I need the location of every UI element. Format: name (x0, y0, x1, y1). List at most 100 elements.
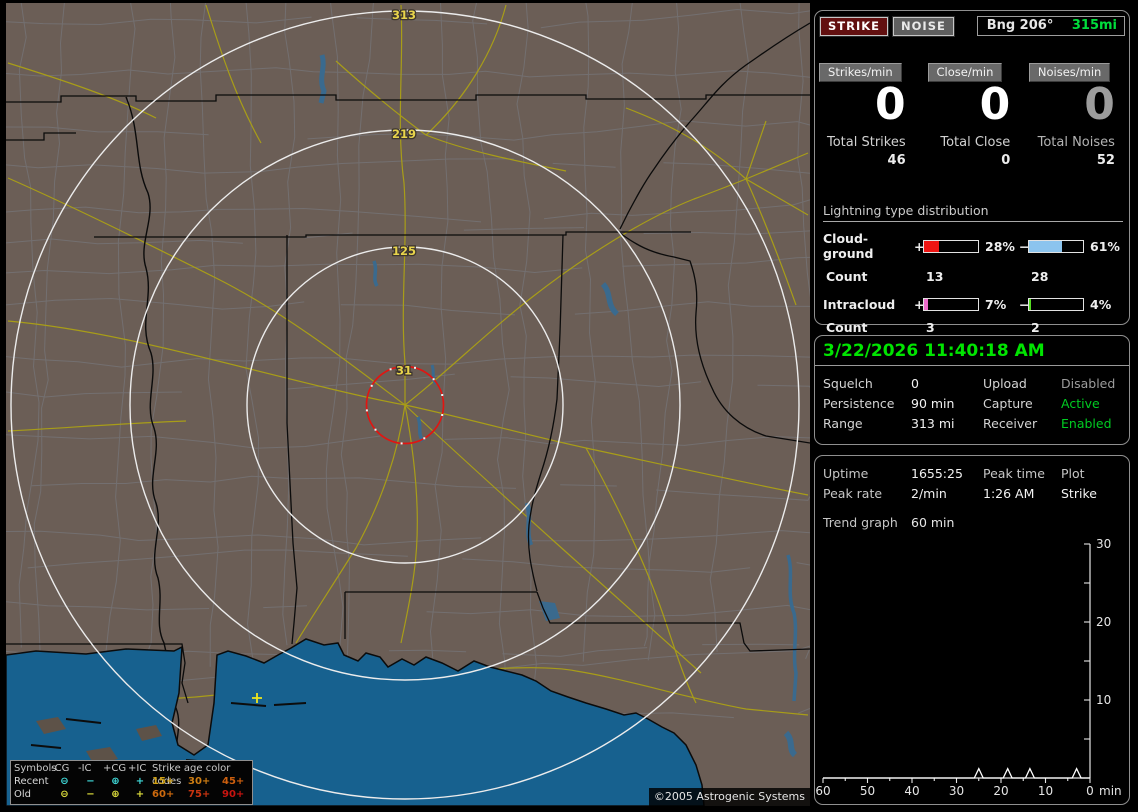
ic-positive-percent: 7% (985, 297, 1007, 312)
range-receiver-row: Range 313 mi Receiver Enabled (823, 414, 1129, 434)
strikes-column: Strikes/min 0 Total Strikes 46 (815, 61, 920, 168)
peak-time-value: 1:26 AM (983, 486, 1035, 501)
svg-text:min: min (1099, 784, 1122, 798)
capture-label: Capture (983, 396, 1033, 411)
datetime-display: 3/22/2026 11:40:18 AM (815, 336, 1129, 366)
strike-rate-trend-chart: 10 20 30 60 50 40 30 20 10 0 min (815, 537, 1122, 798)
svg-text:313: 313 (392, 8, 416, 22)
recent-pos-ic-icon: + (135, 776, 145, 787)
cloud-ground-row: Cloud-ground + 28% − 61% (823, 231, 1123, 261)
receiver-label: Receiver (983, 416, 1038, 431)
recent-pos-cg-icon: ⊕ (111, 776, 120, 787)
total-noises-value: 52 (1096, 153, 1115, 168)
plus-sign: + (914, 238, 925, 254)
ic-positive-bar (923, 298, 979, 311)
ic-negative-bar (1028, 298, 1084, 311)
svg-text:60: 60 (815, 784, 830, 798)
svg-text:30: 30 (949, 784, 964, 798)
trend-panel: Uptime 1655:25 Peak time Plot Peak rate … (814, 455, 1130, 805)
nexstorm-window: 31 125 219 313 Symbols -CG -IC +CG +IC Stri… (0, 0, 1138, 812)
cloud-ground-label: Cloud-ground (823, 231, 874, 261)
trend-graph-row: Trend graph 60 min (815, 513, 1129, 533)
svg-text:20: 20 (993, 784, 1008, 798)
noises-per-min-value: 0 (1084, 79, 1115, 130)
squelch-label: Squelch (823, 376, 873, 391)
lightning-type-distribution: Lightning type distribution Cloud-ground… (823, 203, 1123, 335)
noises-column: Noises/min 0 Total Noises 52 (1024, 61, 1129, 168)
svg-text:31: 31 (396, 364, 412, 378)
cg-negative-count: 28 (1031, 269, 1049, 284)
ic-negative-percent: 4% (1090, 297, 1112, 312)
age-code-30: 30+ (188, 776, 211, 787)
squelch-upload-row: Squelch 0 Upload Disabled (823, 374, 1129, 394)
cg-negative-bar (1028, 239, 1084, 253)
upload-label: Upload (983, 376, 1027, 391)
intracloud-count-row: Count 3 2 (823, 320, 1123, 335)
svg-text:219: 219 (392, 127, 416, 141)
svg-text:10: 10 (1038, 784, 1053, 798)
count-label: Count (826, 269, 868, 284)
legend-recent-label: Recent (14, 776, 49, 787)
age-code-15: 15+ (152, 776, 175, 787)
strike-counter-panel: STRIKE NOISE Bng 206° 315mi Strikes/min … (814, 10, 1130, 335)
receiver-status: Enabled (1061, 416, 1112, 431)
capture-status: Active (1061, 396, 1100, 411)
persistence-value: 90 min (911, 396, 955, 411)
status-panel: 3/22/2026 11:40:18 AM Squelch 0 Upload D… (814, 335, 1130, 445)
svg-text:20: 20 (1096, 615, 1111, 629)
uptime-value: 1655:25 (911, 466, 963, 481)
svg-text:10: 10 (1096, 693, 1111, 707)
legend-old-label: Old (14, 789, 31, 800)
close-per-min-value: 0 (979, 79, 1011, 130)
uptime-row: Uptime 1655:25 Peak time Plot (823, 464, 1129, 484)
range-label: Range (823, 416, 863, 431)
plot-value: Strike (1061, 486, 1097, 501)
svg-text:40: 40 (904, 784, 919, 798)
trend-window-value: 60 min (911, 515, 955, 530)
svg-text:0: 0 (1086, 784, 1094, 798)
map-canvas: 31 125 219 313 (6, 3, 810, 806)
copyright-label: ©2005 Astrogenic Systems (648, 788, 810, 806)
strikes-per-min-value: 0 (875, 79, 906, 130)
peak-time-label: Peak time (983, 466, 1045, 481)
total-close-value: 0 (1001, 153, 1011, 168)
peak-rate-label: Peak rate (823, 486, 883, 501)
lightning-map[interactable]: 31 125 219 313 Symbols -CG -IC +CG +IC Stri… (6, 3, 810, 806)
map-legend: Symbols -CG -IC +CG +IC Strike age color… (10, 760, 253, 805)
noise-toggle-button[interactable]: NOISE (893, 17, 954, 36)
persistence-capture-row: Persistence 90 min Capture Active (823, 394, 1129, 414)
minus-sign: − (1019, 238, 1030, 254)
trend-graph-label: Trend graph (823, 515, 898, 530)
persistence-label: Persistence (823, 396, 895, 411)
cg-positive-bar (923, 239, 979, 253)
cloud-ground-count-row: Count 13 28 (823, 269, 1123, 284)
intracloud-label: Intracloud (823, 297, 896, 312)
legend-header-neg-ic: -IC (78, 763, 92, 774)
age-code-45: 45+ (222, 776, 245, 787)
total-noises-label: Total Noises (1037, 135, 1115, 150)
legend-header-pos-cg: +CG (103, 763, 127, 774)
svg-text:125: 125 (392, 244, 416, 258)
legend-header-strike-age: Strike age color codes (152, 763, 231, 787)
ic-negative-count: 2 (1031, 320, 1040, 335)
legend-header-pos-ic: +IC (128, 763, 147, 774)
bearing-distance: 315mi (1071, 18, 1117, 33)
upload-status: Disabled (1061, 376, 1116, 391)
bearing-value: Bng 206° (986, 18, 1054, 33)
recent-neg-ic-icon: − (86, 776, 95, 787)
plus-sign: + (914, 297, 925, 312)
old-neg-ic-icon: − (86, 789, 95, 800)
svg-text:50: 50 (860, 784, 875, 798)
ic-positive-count: 3 (926, 320, 935, 335)
old-neg-cg-icon: ⊖ (60, 789, 69, 800)
cg-positive-percent: 28% (985, 238, 1015, 254)
minus-sign: − (1019, 297, 1030, 312)
total-close-label: Total Close (940, 135, 1011, 150)
legend-header-symbols: Symbols (14, 763, 57, 774)
recent-neg-cg-icon: ⊖ (60, 776, 69, 787)
legend-header-neg-cg: -CG (51, 763, 70, 774)
strike-toggle-button[interactable]: STRIKE (820, 17, 889, 36)
age-code-75: 75+ (188, 789, 211, 800)
range-value: 313 mi (911, 416, 955, 431)
squelch-value: 0 (911, 376, 919, 391)
